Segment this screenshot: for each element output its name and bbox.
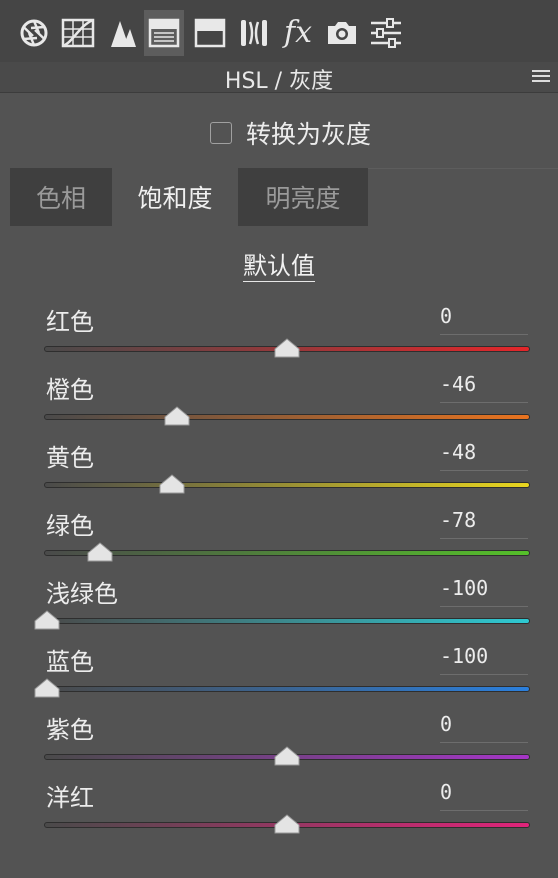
slider-row-blue: 蓝色 -100 xyxy=(0,642,558,702)
slider-thumb-magenta[interactable] xyxy=(274,814,300,834)
slider-thumb-orange[interactable] xyxy=(164,406,190,426)
slider-row-magenta: 洋红 0 xyxy=(0,778,558,838)
slider-label-purple: 紫色 xyxy=(46,716,94,744)
slider-value-magenta[interactable]: 0 xyxy=(440,780,528,811)
panel-toolbar: fx xyxy=(0,0,558,62)
convert-grayscale-label: 转换为灰度 xyxy=(246,120,372,149)
fx-icon[interactable]: fx xyxy=(278,10,318,56)
slider-thumb-aqua[interactable] xyxy=(34,610,60,630)
slider-label-red: 红色 xyxy=(46,308,94,336)
slider-track-blue[interactable] xyxy=(44,686,530,692)
slider-thumb-purple[interactable] xyxy=(274,746,300,766)
detail-icon[interactable] xyxy=(102,10,142,56)
slider-value-red[interactable]: 0 xyxy=(440,304,528,335)
slider-row-aqua: 浅绿色 -100 xyxy=(0,574,558,634)
slider-label-aqua: 浅绿色 xyxy=(46,580,118,608)
hsl-icon[interactable] xyxy=(144,10,184,56)
split-toning-icon[interactable] xyxy=(190,10,230,56)
slider-value-orange[interactable]: -46 xyxy=(440,372,528,403)
slider-label-magenta: 洋红 xyxy=(46,784,94,812)
convert-grayscale-option[interactable]: 转换为灰度 xyxy=(210,118,372,149)
slider-value-purple[interactable]: 0 xyxy=(440,712,528,743)
slider-track-yellow[interactable] xyxy=(44,482,530,488)
slider-row-purple: 紫色 0 xyxy=(0,710,558,770)
default-link-label: 默认值 xyxy=(243,252,315,282)
slider-track-orange[interactable] xyxy=(44,414,530,420)
slider-label-yellow: 黄色 xyxy=(46,444,94,472)
camera-icon[interactable] xyxy=(322,10,362,56)
lens-icon[interactable] xyxy=(234,10,274,56)
slider-label-orange: 橙色 xyxy=(46,376,94,404)
convert-grayscale-checkbox[interactable] xyxy=(210,122,232,144)
slider-value-yellow[interactable]: -48 xyxy=(440,440,528,471)
panel-header: HSL / 灰度 xyxy=(0,62,558,94)
slider-track-green[interactable] xyxy=(44,550,530,556)
slider-thumb-green[interactable] xyxy=(87,542,113,562)
slider-thumb-yellow[interactable] xyxy=(159,474,185,494)
panel-title: HSL / 灰度 xyxy=(224,69,334,94)
slider-row-red: 红色 0 xyxy=(0,302,558,362)
slider-thumb-blue[interactable] xyxy=(34,678,60,698)
slider-row-orange: 橙色 -46 xyxy=(0,370,558,430)
slider-value-blue[interactable]: -100 xyxy=(440,644,528,675)
slider-label-blue: 蓝色 xyxy=(46,648,94,676)
slider-value-green[interactable]: -78 xyxy=(440,508,528,539)
tab-luminance[interactable]: 明亮度 xyxy=(238,168,368,226)
tab-bar-filler xyxy=(368,168,558,227)
slider-track-aqua[interactable] xyxy=(44,618,530,624)
fx-label: fx xyxy=(283,15,313,50)
tone-curve-icon[interactable] xyxy=(58,10,98,56)
tab-hue[interactable]: 色相 xyxy=(10,168,112,226)
presets-icon[interactable] xyxy=(366,10,406,56)
slider-value-aqua[interactable]: -100 xyxy=(440,576,528,607)
panel-menu-icon[interactable] xyxy=(532,70,550,84)
aperture-icon[interactable] xyxy=(14,10,54,56)
slider-row-yellow: 黄色 -48 xyxy=(0,438,558,498)
slider-label-green: 绿色 xyxy=(46,512,94,540)
tab-saturation[interactable]: 饱和度 xyxy=(112,168,238,226)
default-link[interactable]: 默认值 xyxy=(0,246,558,282)
hsl-tabs: 色相 饱和度 明亮度 xyxy=(10,168,558,227)
slider-row-green: 绿色 -78 xyxy=(0,506,558,566)
slider-thumb-red[interactable] xyxy=(274,338,300,358)
